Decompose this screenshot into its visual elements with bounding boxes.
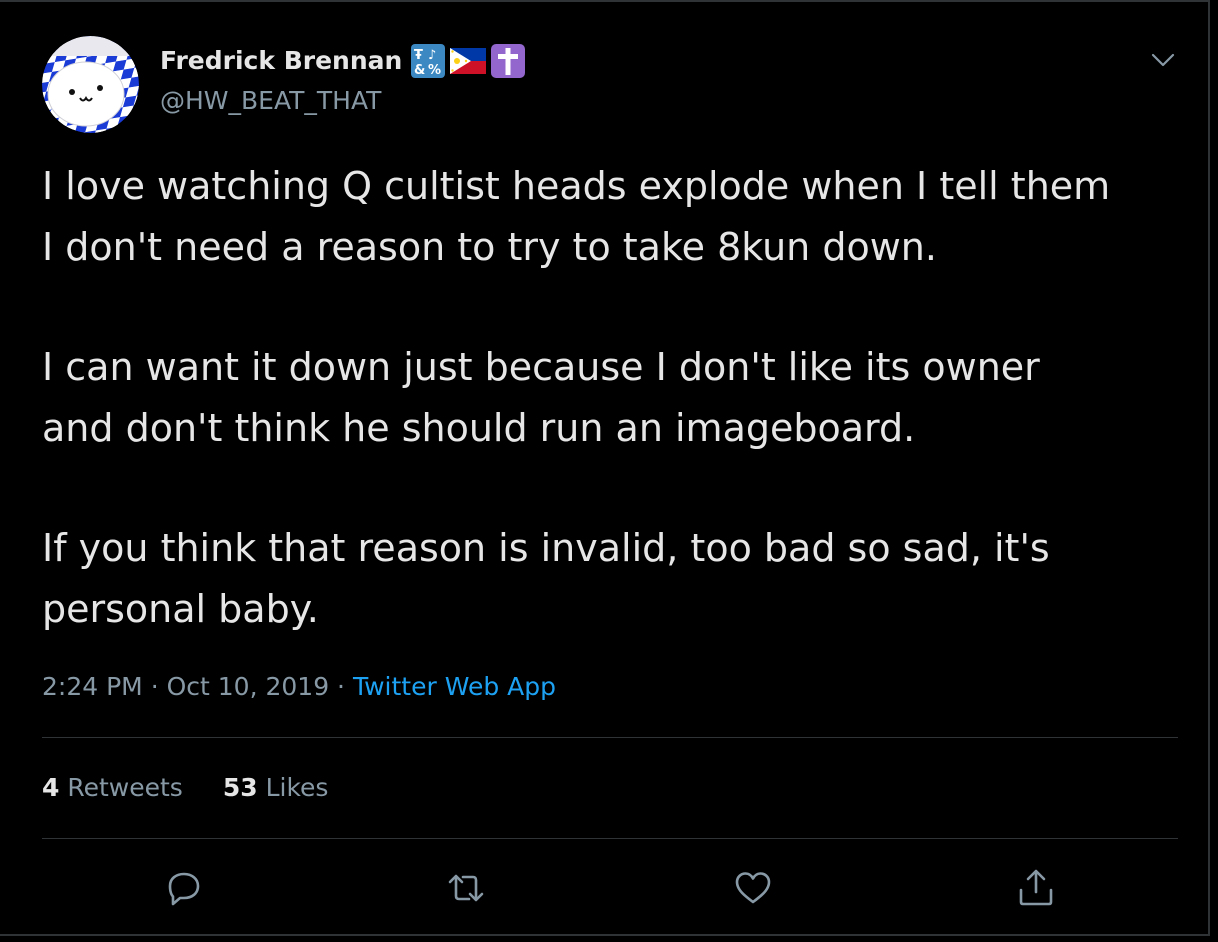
divider xyxy=(42,737,1178,738)
author-handle[interactable]: @HW_BEAT_THAT xyxy=(160,86,381,115)
retweet-icon[interactable] xyxy=(444,866,488,910)
tweet-line: If you think that reason is invalid, too… xyxy=(42,526,1050,570)
tweet-paragraph: If you think that reason is invalid, too… xyxy=(42,518,1192,640)
likes-stat[interactable]: 53 Likes xyxy=(223,773,329,802)
likes-label: Likes xyxy=(265,773,329,802)
tweet-line: personal baby. xyxy=(42,587,319,631)
tweet-source-link[interactable]: Twitter Web App xyxy=(353,672,556,701)
tweet-date[interactable]: Oct 10, 2019 xyxy=(167,672,330,701)
like-icon[interactable] xyxy=(731,866,775,910)
latin-cross-icon xyxy=(491,44,525,78)
retweets-stat[interactable]: 4 Retweets xyxy=(42,773,183,802)
philippines-flag-icon xyxy=(450,48,486,74)
avatar[interactable] xyxy=(42,36,139,133)
meta-separator: · xyxy=(150,672,159,701)
tweet-stats: 4 Retweets 53 Likes xyxy=(42,773,328,802)
symbols-icon: Ŧ ♪ & % xyxy=(411,44,445,78)
svg-text:&: & xyxy=(414,63,425,78)
tweet-text: I love watching Q cultist heads explode … xyxy=(42,156,1192,640)
divider xyxy=(42,838,1178,839)
name-badges: Ŧ ♪ & % xyxy=(410,43,526,79)
svg-text:Ŧ: Ŧ xyxy=(414,48,423,63)
svg-text:%: % xyxy=(428,63,441,78)
likes-count: 53 xyxy=(222,773,258,802)
display-name[interactable]: Fredrick Brennan xyxy=(160,46,402,75)
share-icon[interactable] xyxy=(1014,866,1058,910)
reply-icon[interactable] xyxy=(162,866,206,910)
tweet-line: and don't think he should run an imagebo… xyxy=(42,406,916,450)
svg-text:♪: ♪ xyxy=(428,48,436,63)
tweet-paragraph: I love watching Q cultist heads explode … xyxy=(42,156,1192,278)
tweet-line: I love watching Q cultist heads explode … xyxy=(42,164,1111,208)
tweet-line: I don't need a reason to try to take 8ku… xyxy=(42,225,937,269)
meta-separator: · xyxy=(337,672,345,701)
tweet-time[interactable]: 2:24 PM xyxy=(42,672,143,701)
tweet-line: I can want it down just because I don't … xyxy=(42,345,1040,389)
chevron-down-icon[interactable] xyxy=(1147,46,1179,74)
retweets-count: 4 xyxy=(42,773,60,802)
tweet-meta: 2:24 PM · Oct 10, 2019 · Twitter Web App xyxy=(42,672,556,701)
tweet-paragraph: I can want it down just because I don't … xyxy=(42,337,1192,459)
retweets-label: Retweets xyxy=(67,773,183,802)
